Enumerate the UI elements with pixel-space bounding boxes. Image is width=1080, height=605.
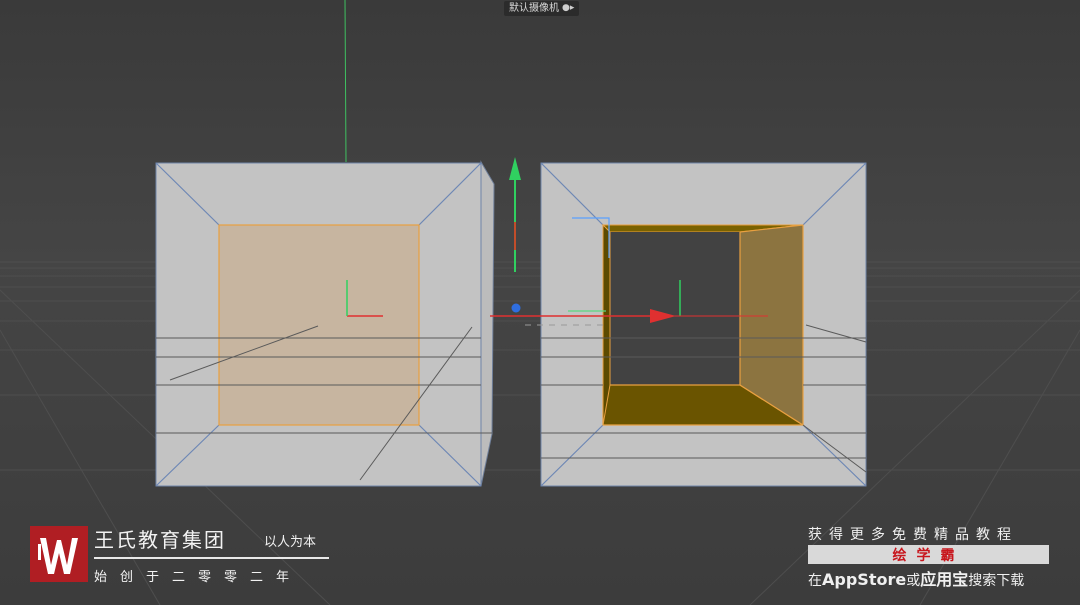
camera-icon: ●▸ (562, 3, 575, 13)
brand-since: 始创于二零零二年 (94, 570, 303, 585)
promo-highlight-bar: 绘学霸 (808, 545, 1049, 564)
promo-line3-prefix: 在 (808, 573, 822, 589)
gizmo-z-handle-icon[interactable] (511, 303, 521, 313)
viewport-3d[interactable] (0, 0, 1080, 605)
left-cube-selected-face[interactable] (218, 224, 420, 426)
right-cube-hole-opening (610, 232, 740, 385)
promo-app-name: 应用宝 (920, 570, 969, 589)
promo-line3-suffix: 搜索下载 (968, 573, 1025, 589)
promo-line3-or: 或 (906, 573, 921, 589)
brand-divider (94, 557, 329, 559)
promo-appstore: AppStore (822, 570, 907, 589)
logo-mark-icon (30, 526, 88, 582)
camera-label[interactable]: 默认摄像机 ●▸ (504, 1, 580, 16)
promo-line3: 在AppStore或应用宝搜索下载 (808, 566, 1024, 590)
brand-name: 王氏教育集团 (94, 528, 226, 552)
promo-line1: 获得更多免费精品教程 (808, 527, 1018, 543)
camera-label-text: 默认摄像机 (509, 3, 559, 14)
left-cube[interactable] (155, 160, 495, 487)
brand-motto: 以人为本 (264, 535, 317, 550)
promo-highlight-text: 绘学霸 (892, 547, 965, 564)
